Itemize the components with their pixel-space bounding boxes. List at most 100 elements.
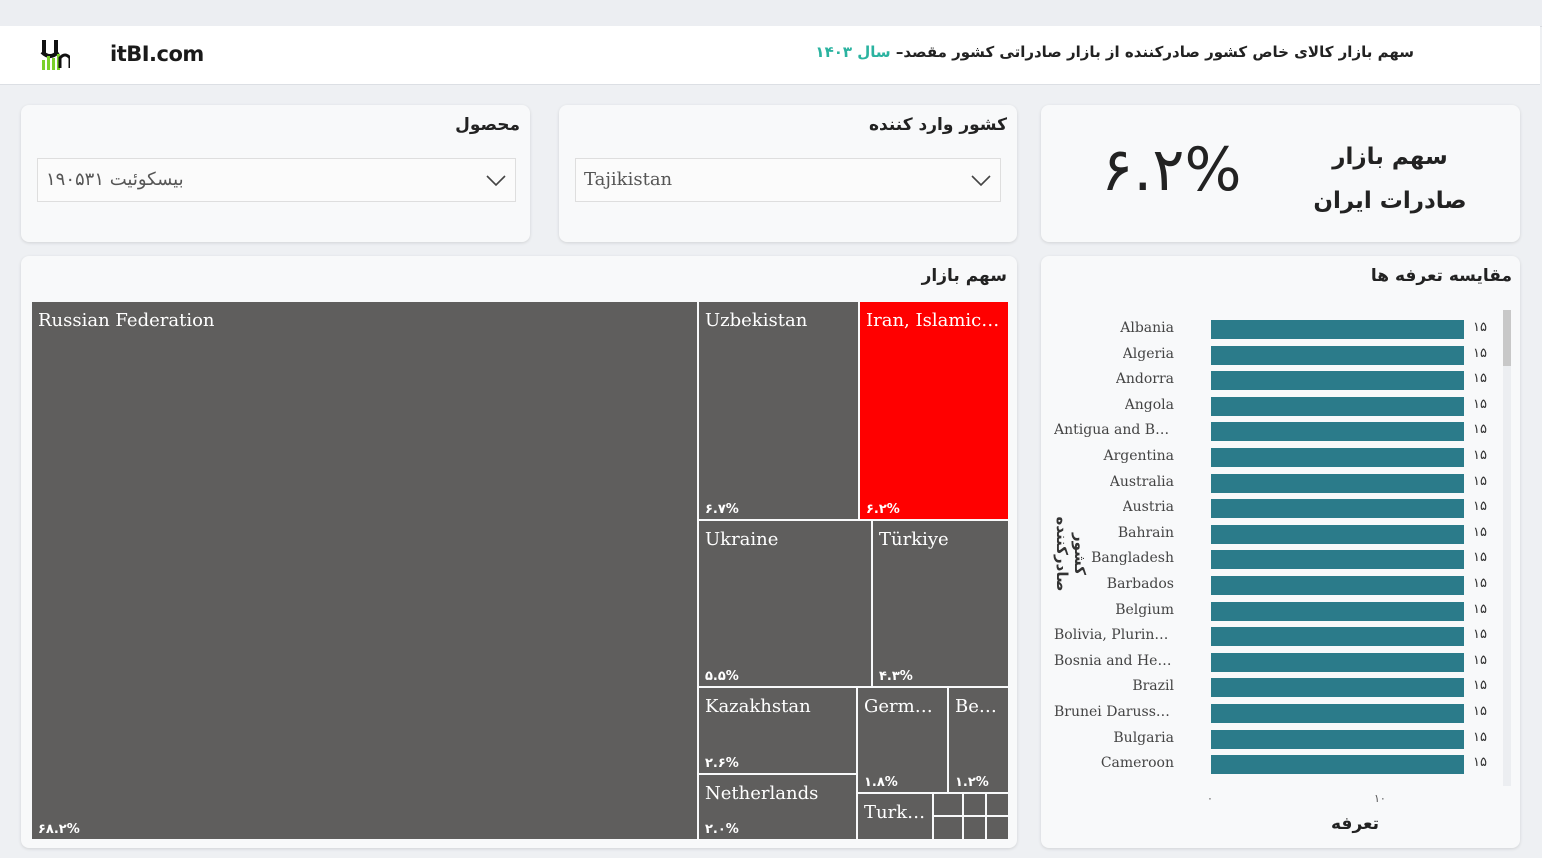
treemap-tile-name: Türkiye (879, 529, 949, 550)
importer-filter-card: کشور وارد کننده Tajikistan (559, 105, 1017, 242)
bar-category-label: Brazil (1132, 678, 1174, 695)
x-tick-10: ۱۰ (1374, 792, 1386, 805)
bar-row[interactable]: Albania ۱۵ (1041, 317, 1520, 343)
bar-row[interactable]: Algeria ۱۵ (1041, 343, 1520, 369)
bar-row[interactable]: Bangladesh ۱۵ (1041, 547, 1520, 573)
logo-icon (40, 40, 70, 70)
bar[interactable] (1211, 396, 1464, 416)
bar-row[interactable]: Austria ۱۵ (1041, 496, 1520, 522)
logo-text: itBI.com (110, 42, 204, 66)
product-filter-card: محصول بیسکوئیت ۱۹۰۵۳۱ (21, 105, 530, 242)
bar[interactable] (1211, 422, 1464, 442)
bar[interactable] (1211, 678, 1464, 698)
bar-category-label: Andorra (1115, 371, 1174, 388)
bar-row[interactable]: Angola ۱۵ (1041, 394, 1520, 420)
bar-category-label: Bulgaria (1113, 729, 1174, 746)
kpi-value: ۶.۲% (1101, 135, 1242, 205)
bar[interactable] (1211, 729, 1464, 749)
importer-dropdown[interactable]: Tajikistan (575, 158, 1001, 202)
bar-value-label: ۱۵ (1473, 576, 1487, 591)
treemap-tile-name: Kazakhstan (705, 696, 811, 717)
treemap-tile[interactable]: Russian Federation ۶۸.۲% (31, 301, 698, 840)
bar-row[interactable]: Cameroon ۱۵ (1041, 752, 1520, 778)
bar-row[interactable]: Bolivia, Plurinational State of ۱۵ (1041, 624, 1520, 650)
tariff-bars: Albania ۱۵ Algeria ۱۵ Andorra ۱۵ Angola ۱۵ Antig… (1041, 317, 1520, 787)
bar[interactable] (1211, 652, 1464, 672)
treemap-tile[interactable]: Ukraine ۵.۵% (698, 520, 872, 687)
treemap-tile[interactable]: Kazakhstan ۲.۶% (698, 687, 857, 774)
bar[interactable] (1211, 499, 1464, 519)
importer-dropdown-value: Tajikistan (584, 169, 673, 190)
treemap-tile-name: Iran, Islamic Republic of (866, 310, 1002, 331)
treemap-tile[interactable]: Uzbekistan ۶.۷% (698, 301, 859, 520)
treemap-tile-percent: ۵.۵% (705, 669, 739, 684)
bar-category-label: Bolivia, Plurinational State of (1054, 627, 1174, 644)
bar-value-label: ۱۵ (1473, 550, 1487, 566)
bar-row[interactable]: Argentina ۱۵ (1041, 445, 1520, 471)
bar-row[interactable]: Australia ۱۵ (1041, 471, 1520, 497)
bar[interactable] (1211, 704, 1464, 723)
treemap-tile-percent: ۴.۳% (879, 669, 913, 684)
bar-row[interactable]: Bulgaria ۱۵ (1041, 727, 1520, 753)
scrollbar-thumb[interactable] (1503, 310, 1511, 366)
bar-value-label: ۱۵ (1473, 652, 1487, 668)
treemap-small-tile[interactable] (933, 816, 963, 840)
treemap-tile-percent: ۲.۶% (705, 756, 739, 771)
bar-category-label: Australia (1109, 473, 1174, 490)
chevron-down-icon (971, 175, 991, 187)
bar-category-label: Algeria (1122, 345, 1174, 362)
treemap-tile-percent: ۱.۲% (955, 775, 989, 790)
treemap-tile-name: Uzbekistan (705, 310, 808, 331)
treemap-tile[interactable]: Germany ۱.۸% (857, 687, 948, 793)
bar-row[interactable]: Bosnia and Herzegovina ۱۵ (1041, 650, 1520, 676)
bar[interactable] (1211, 550, 1464, 570)
treemap-tile[interactable]: Türkiye ۴.۳% (872, 520, 1009, 687)
header-bar: itBI.com سهم بازار کالای خاص کشور صادرکن… (0, 26, 1540, 85)
bar-value-label: ۱۵ (1473, 627, 1487, 643)
treemap-small-tile[interactable] (986, 793, 1009, 816)
bar-value-label: ۱۵ (1473, 396, 1487, 412)
treemap-tile-name: Netherlands (705, 783, 819, 804)
bar-category-label: Antigua and Barbuda (1054, 422, 1174, 439)
bar-value-label: ۱۵ (1473, 371, 1487, 387)
treemap-small-tile[interactable] (933, 793, 963, 816)
x-tick-0: ۰ (1207, 792, 1213, 805)
bar-value-label: ۱۵ (1473, 320, 1487, 335)
bar-row[interactable]: Antigua and Barbuda ۱۵ (1041, 419, 1520, 445)
product-dropdown[interactable]: بیسکوئیت ۱۹۰۵۳۱ (37, 158, 516, 202)
treemap-tile[interactable]: Turkmenistan (857, 793, 933, 840)
treemap-tile-name: Belarus (955, 696, 1002, 717)
scrollbar[interactable] (1503, 310, 1511, 786)
treemap-tile-name: Germany (864, 696, 941, 717)
bar[interactable] (1211, 576, 1464, 595)
bar-row[interactable]: Bahrain ۱۵ (1041, 522, 1520, 548)
bar[interactable] (1211, 755, 1464, 775)
treemap-small-tile[interactable] (963, 793, 986, 816)
treemap-tile[interactable]: Belarus ۱.۲% (948, 687, 1009, 793)
bar-value-label: ۱۵ (1473, 524, 1487, 540)
treemap-tile[interactable]: Iran, Islamic Republic of ۶.۲% (859, 301, 1009, 520)
bar-row[interactable]: Belgium ۱۵ (1041, 599, 1520, 625)
treemap-tile[interactable]: Netherlands ۲.۰% (698, 774, 857, 840)
bar-category-label: Bosnia and Herzegovina (1054, 652, 1174, 669)
bar-row[interactable]: Barbados ۱۵ (1041, 573, 1520, 599)
top-strip (0, 0, 1542, 27)
bar-row[interactable]: Brunei Darussalam ۱۵ (1041, 701, 1520, 727)
bar-value-label: ۱۵ (1473, 601, 1487, 617)
bar[interactable] (1211, 524, 1464, 544)
bar[interactable] (1211, 448, 1464, 467)
bar-category-label: Albania (1120, 320, 1174, 336)
bar[interactable] (1211, 601, 1464, 621)
treemap-small-tile[interactable] (963, 816, 986, 840)
bar[interactable] (1211, 345, 1464, 365)
bar[interactable] (1211, 627, 1464, 647)
bar-value-label: ۱۵ (1473, 345, 1487, 361)
bar[interactable] (1211, 473, 1464, 493)
bar[interactable] (1211, 320, 1464, 339)
bar[interactable] (1211, 371, 1464, 391)
treemap-small-tile[interactable] (986, 816, 1009, 840)
bar-category-label: Belgium (1115, 601, 1174, 618)
bar-row[interactable]: Andorra ۱۵ (1041, 368, 1520, 394)
bar-row[interactable]: Brazil ۱۵ (1041, 675, 1520, 701)
bar-value-label: ۱۵ (1473, 448, 1487, 463)
